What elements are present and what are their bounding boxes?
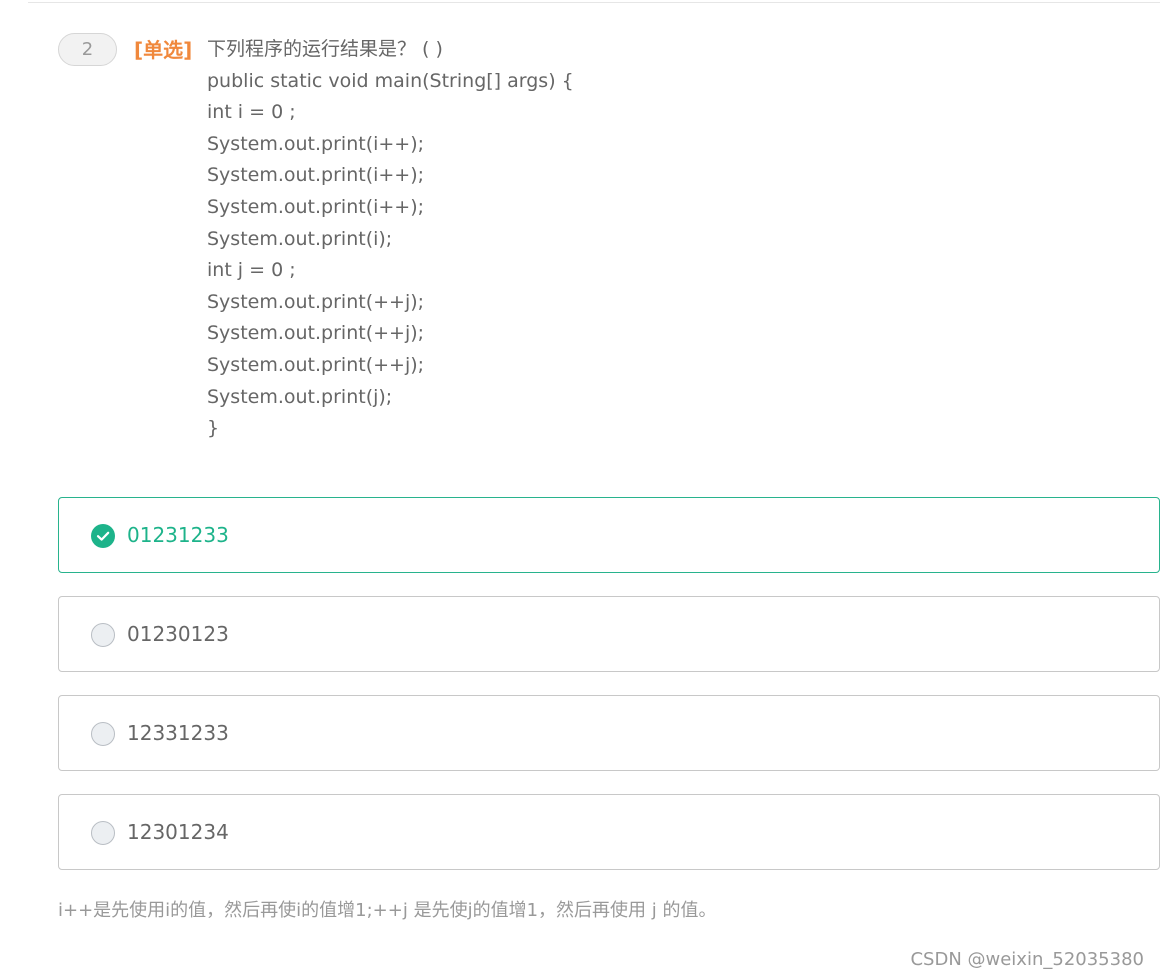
- answer-option-label: 01230123: [127, 622, 229, 646]
- answer-option-d[interactable]: 12301234: [58, 794, 1160, 870]
- code-line: System.out.print(i++);: [207, 132, 425, 155]
- code-line: System.out.print(++j);: [207, 322, 425, 345]
- radio-empty-icon: [91, 821, 115, 845]
- answer-option-label: 12301234: [127, 820, 229, 844]
- code-line: public static void main(String[] args) {: [207, 69, 574, 92]
- answer-option-c[interactable]: 12331233: [58, 695, 1160, 771]
- csdn-watermark: CSDN @weixin_52035380: [910, 949, 1144, 970]
- answer-explanation: i++是先使用i的值，然后再使i的值增1;++j 是先使j的值增1，然后再使用 …: [58, 900, 717, 921]
- code-line: System.out.print(++j);: [207, 290, 425, 313]
- code-line: int i = 0 ;: [207, 101, 296, 124]
- answer-option-label: 12331233: [127, 721, 229, 745]
- question-body: 下列程序的运行结果是？ ( ) public static void main(…: [207, 34, 1107, 445]
- answer-option-label: 01231233: [127, 523, 229, 547]
- question-number-badge: 2: [58, 33, 117, 66]
- code-line: System.out.print(++j);: [207, 353, 425, 376]
- answer-option-a[interactable]: 01231233: [58, 497, 1160, 573]
- code-line: System.out.print(j);: [207, 385, 393, 408]
- code-line: System.out.print(i++);: [207, 164, 425, 187]
- code-line: System.out.print(i);: [207, 227, 393, 250]
- check-circle-icon: [91, 524, 115, 548]
- question-type-label: [单选]: [134, 38, 193, 62]
- code-line: }: [207, 417, 220, 440]
- answer-option-b[interactable]: 01230123: [58, 596, 1160, 672]
- code-line: System.out.print(i++);: [207, 195, 425, 218]
- question-stem: 下列程序的运行结果是？ ( ): [207, 38, 443, 60]
- radio-empty-icon: [91, 623, 115, 647]
- radio-empty-icon: [91, 722, 115, 746]
- top-divider: [28, 2, 1160, 3]
- code-line: int j = 0 ;: [207, 259, 296, 282]
